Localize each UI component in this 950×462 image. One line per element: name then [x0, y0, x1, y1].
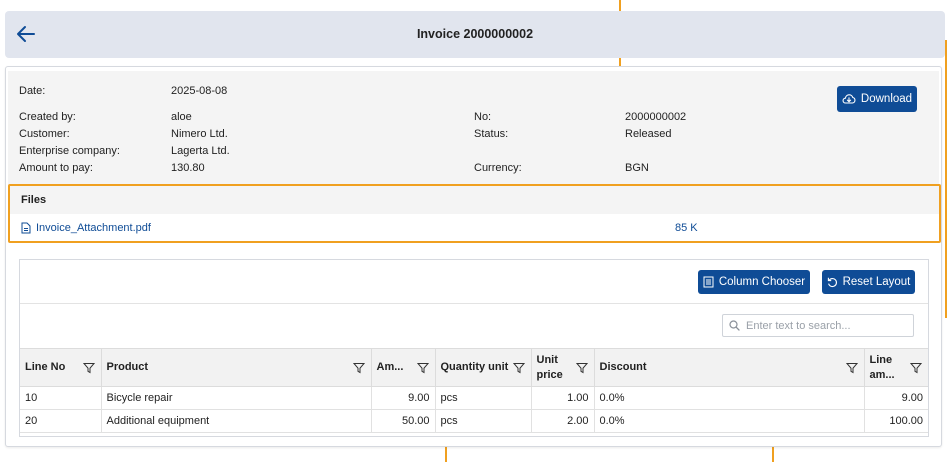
no-value: 2000000002 — [625, 111, 687, 123]
cell-line-amount: 9.00 — [864, 386, 928, 410]
reset-layout-button[interactable]: Reset Layout — [822, 270, 915, 294]
enterprise-label: Enterprise company: — [19, 145, 120, 157]
column-chooser-label: Column Chooser — [718, 276, 806, 288]
cell-product: Additional equipment — [101, 409, 372, 433]
file-icon — [21, 222, 31, 234]
status-label: Status: — [474, 128, 509, 140]
download-button[interactable]: Download — [837, 86, 917, 112]
search-icon — [729, 320, 740, 331]
filter-icon[interactable] — [910, 362, 922, 374]
amount-value: 130.80 — [171, 162, 205, 174]
column-header-line-no[interactable]: Line No — [20, 348, 102, 387]
orange-guide-line — [772, 447, 774, 462]
column-header-product[interactable]: Product — [101, 348, 372, 387]
cloud-download-icon — [842, 94, 856, 104]
invoice-card: Date: 2025-08-08 Created by: aloe Custom… — [5, 66, 942, 447]
cell-amount: 9.00 — [371, 386, 436, 410]
currency-value: BGN — [625, 162, 649, 174]
table-row[interactable]: 10 Bicycle repair 9.00 pcs 1.00 0.0% 9.0… — [20, 386, 928, 410]
date-value: 2025-08-08 — [171, 85, 228, 97]
orange-guide-line — [445, 447, 447, 462]
cell-line-no: 20 — [20, 409, 102, 433]
cell-product: Bicycle repair — [101, 386, 372, 410]
status-value: Released — [625, 128, 672, 140]
no-label: No: — [474, 111, 492, 123]
orange-guide-line — [619, 0, 621, 11]
cell-unit-price: 2.00 — [531, 409, 595, 433]
table-row[interactable]: 20 Additional equipment 50.00 pcs 2.00 0… — [20, 409, 928, 433]
column-header-discount[interactable]: Discount — [594, 348, 865, 387]
search-input[interactable] — [746, 319, 906, 332]
column-chooser-button[interactable]: Column Chooser — [698, 270, 810, 294]
grid-search — [722, 314, 914, 337]
filter-icon[interactable] — [416, 362, 429, 374]
column-header-amount[interactable]: Am... — [371, 348, 436, 387]
currency-label: Currency: — [474, 162, 522, 174]
column-chooser-icon — [703, 276, 714, 288]
amount-label: Amount to pay: — [19, 162, 93, 174]
file-link[interactable]: Invoice_Attachment.pdf — [21, 222, 151, 234]
filter-icon[interactable] — [575, 362, 588, 374]
filter-icon[interactable] — [512, 362, 525, 374]
header-bar: Invoice 2000000002 — [5, 11, 945, 58]
table-header-row: Line No Product Am... Quantity unit Unit… — [20, 348, 928, 387]
column-header-unit-price[interactable]: Unit price — [531, 348, 595, 387]
invoice-lines-grid: Column Chooser Reset Layout Enter text t… — [19, 259, 929, 437]
reset-icon — [827, 277, 837, 287]
filter-icon[interactable] — [352, 362, 365, 374]
cell-quantity-unit: pcs — [435, 409, 532, 433]
customer-label: Customer: — [19, 128, 70, 140]
invoice-details: Date: 2025-08-08 Created by: aloe Custom… — [8, 71, 939, 185]
customer-value: Nimero Ltd. — [171, 128, 228, 140]
cell-unit-price: 1.00 — [531, 386, 595, 410]
created-by-value: aloe — [171, 111, 192, 123]
cell-discount: 0.0% — [594, 386, 865, 410]
download-label: Download — [860, 93, 913, 105]
file-name: Invoice_Attachment.pdf — [36, 222, 151, 234]
cell-line-amount: 100.00 — [864, 409, 928, 433]
page-title: Invoice 2000000002 — [416, 27, 534, 41]
reset-layout-label: Reset Layout — [842, 276, 911, 288]
created-by-label: Created by: — [19, 111, 76, 123]
grid-toolbar: Column Chooser Reset Layout — [20, 260, 928, 304]
enterprise-value: Lagerta Ltd. — [171, 145, 230, 157]
filter-icon[interactable] — [845, 362, 858, 374]
files-header: Files — [10, 186, 939, 214]
orange-guide-line — [619, 58, 621, 66]
column-header-line-amount[interactable]: Line am... — [864, 348, 928, 387]
files-title: Files — [21, 194, 47, 206]
date-label: Date: — [19, 85, 46, 97]
cell-amount: 50.00 — [371, 409, 436, 433]
files-section: Files Invoice_Attachment.pdf 85 K — [8, 184, 941, 243]
lines-table: Line No Product Am... Quantity unit Unit… — [20, 348, 928, 433]
cell-line-no: 10 — [20, 386, 102, 410]
cell-discount: 0.0% — [594, 409, 865, 433]
cell-quantity-unit: pcs — [435, 386, 532, 410]
file-size: 85 K — [675, 222, 698, 234]
filter-icon[interactable] — [82, 362, 95, 374]
column-header-quantity-unit[interactable]: Quantity unit — [435, 348, 532, 387]
orange-guide-line — [945, 40, 947, 318]
